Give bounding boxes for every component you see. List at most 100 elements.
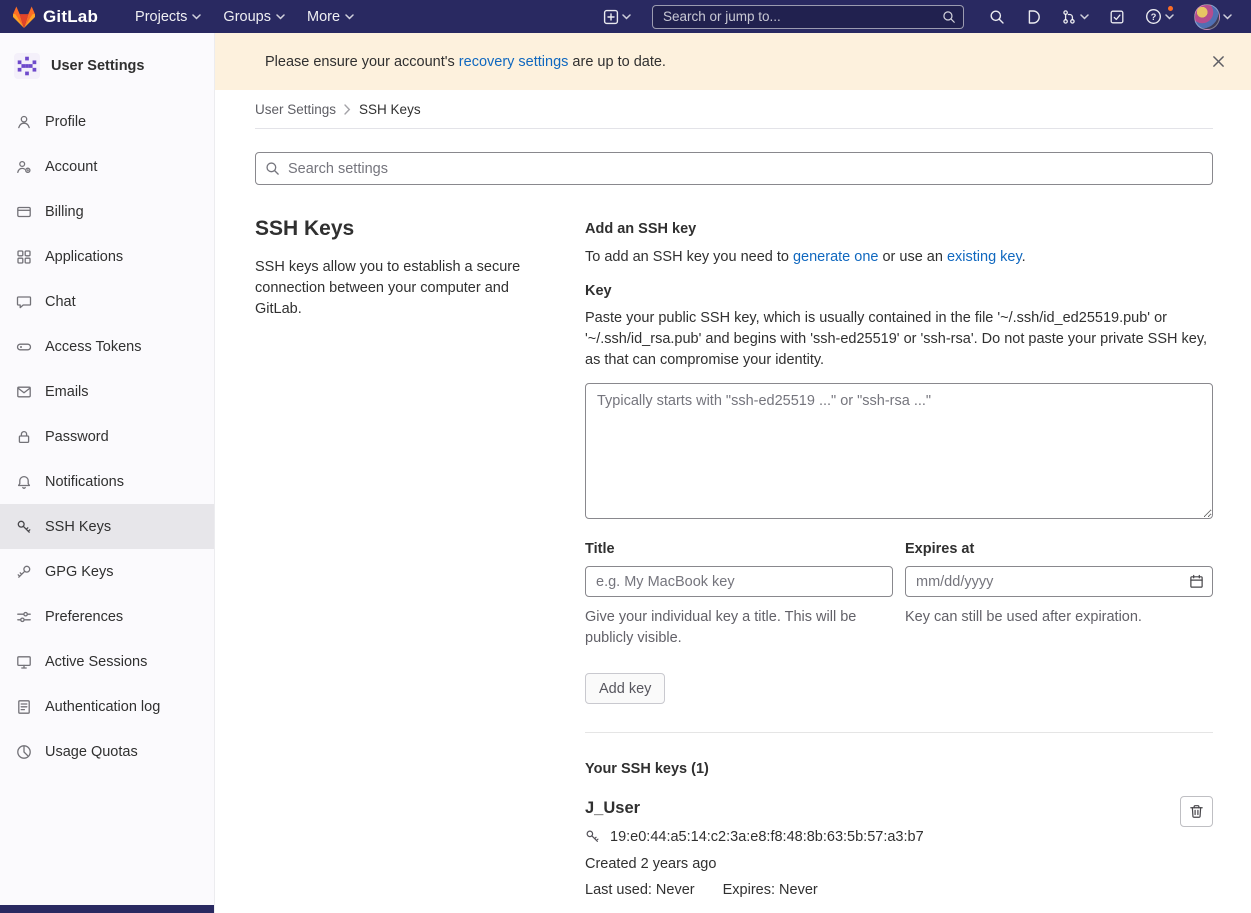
global-search-input[interactable] [652, 5, 964, 29]
preferences-icon [16, 609, 32, 625]
nav-todos-button[interactable] [1100, 0, 1134, 33]
key-title-input[interactable] [585, 566, 893, 597]
alert-message: Please ensure your account's recovery se… [265, 54, 666, 70]
existing-key-link[interactable]: existing key [947, 249, 1022, 265]
todos-icon [1109, 9, 1125, 25]
key-help-text: Paste your public SSH key, which is usua… [585, 308, 1213, 371]
trash-icon [1189, 804, 1204, 819]
expires-help-text: Key can still be used after expiration. [905, 607, 1213, 628]
title-field-group: Title Give your individual key a title. … [585, 541, 893, 649]
generate-key-link[interactable]: generate one [793, 249, 878, 265]
ssh-key-form-section: Add an SSH key To add an SSH key you nee… [585, 211, 1213, 898]
breadcrumb: User Settings SSH Keys [255, 90, 1213, 129]
your-keys-heading: Your SSH keys (1) [585, 761, 1213, 777]
sidebar-item-chat[interactable]: Chat [0, 279, 214, 324]
alert-close-button[interactable] [1208, 51, 1229, 72]
sidebar-item-active-sessions[interactable]: Active Sessions [0, 639, 214, 684]
search-icon [942, 10, 956, 24]
sidebar-item-usage-quotas[interactable]: Usage Quotas [0, 729, 214, 774]
account-icon [16, 159, 32, 175]
title-help-text: Give your individual key a title. This w… [585, 607, 893, 649]
settings-search [255, 152, 1213, 185]
add-key-button[interactable]: Add key [585, 673, 665, 704]
billing-icon [16, 204, 32, 220]
nav-issues-button[interactable] [1016, 0, 1050, 33]
sidebar-item-account[interactable]: Account [0, 144, 214, 189]
sidebar-nav: Profile Account Billing Applications [0, 99, 214, 774]
key-icon [16, 519, 32, 535]
applications-icon [16, 249, 32, 265]
gpg-key-icon [16, 564, 32, 580]
user-avatar-menu[interactable] [1185, 0, 1241, 33]
gitlab-wordmark: GitLab [43, 7, 98, 27]
key-last-used: Last used: Never [585, 882, 695, 898]
sidebar-item-access-tokens[interactable]: Access Tokens [0, 324, 214, 369]
key-meta-row: Last used: Never Expires: Never [585, 882, 1153, 898]
sidebar-item-authentication-log[interactable]: Authentication log [0, 684, 214, 729]
breadcrumb-user-settings[interactable]: User Settings [255, 102, 336, 117]
chevron-down-icon [345, 14, 354, 20]
gitlab-home-link[interactable]: GitLab [12, 6, 98, 28]
svg-text:?: ? [1151, 12, 1157, 22]
chevron-down-icon [622, 14, 631, 20]
section-intro: SSH Keys SSH keys allow you to establish… [255, 211, 545, 898]
sidebar-item-emails[interactable]: Emails [0, 369, 214, 414]
nav-new-menu[interactable] [594, 0, 640, 33]
sidebar-item-ssh-keys[interactable]: SSH Keys [0, 504, 214, 549]
chevron-down-icon [192, 14, 201, 20]
delete-key-button[interactable] [1180, 796, 1213, 827]
nav-help-menu[interactable]: ? [1136, 0, 1183, 33]
nav-more-menu[interactable]: More [296, 0, 365, 33]
add-key-heading: Add an SSH key [585, 221, 1213, 237]
breadcrumb-current: SSH Keys [359, 102, 421, 117]
settings-search-input[interactable] [255, 152, 1213, 185]
sidebar-item-password[interactable]: Password [0, 414, 214, 459]
key-icon [585, 829, 601, 845]
nav-search-button[interactable] [980, 0, 1014, 33]
sidebar-item-profile[interactable]: Profile [0, 99, 214, 144]
key-title: J_User [585, 799, 1153, 818]
plus-square-icon [603, 9, 619, 25]
user-identicon [14, 53, 40, 79]
ssh-key-list-item: J_User 19:e0:44:a5:14:c2:3a:e8:f8:48:8b:… [585, 799, 1213, 898]
key-label: Key [585, 283, 1213, 299]
emails-icon [16, 384, 32, 400]
chevron-down-icon [1080, 14, 1089, 20]
merge-request-icon [1061, 9, 1077, 25]
settings-sidebar: User Settings Profile Account Billing [0, 33, 215, 913]
key-fingerprint-row: 19:e0:44:a5:14:c2:3a:e8:f8:48:8b:63:5b:5… [585, 829, 1153, 845]
issues-icon [1025, 9, 1041, 25]
close-icon [1212, 55, 1225, 68]
key-expires: Expires: Never [723, 882, 818, 898]
sidebar-item-billing[interactable]: Billing [0, 189, 214, 234]
sidebar-item-preferences[interactable]: Preferences [0, 594, 214, 639]
top-navbar: GitLab Projects Groups More [0, 0, 1251, 33]
gitlab-tanuki-icon [12, 6, 36, 28]
nav-projects-menu[interactable]: Projects [124, 0, 212, 33]
title-expires-row: Title Give your individual key a title. … [585, 541, 1213, 649]
expires-label: Expires at [905, 541, 1213, 557]
sidebar-title: User Settings [51, 58, 144, 74]
ssh-key-textarea[interactable] [585, 383, 1213, 519]
key-fingerprint: 19:e0:44:a5:14:c2:3a:e8:f8:48:8b:63:5b:5… [610, 829, 924, 845]
chevron-down-icon [1165, 14, 1174, 20]
page-title: SSH Keys [255, 217, 545, 241]
usage-quotas-icon [16, 744, 32, 760]
authentication-log-icon [16, 699, 32, 715]
sidebar-item-gpg-keys[interactable]: GPG Keys [0, 549, 214, 594]
nav-groups-menu[interactable]: Groups [212, 0, 296, 33]
sidebar-item-applications[interactable]: Applications [0, 234, 214, 279]
global-search [652, 5, 964, 29]
notifications-icon [16, 474, 32, 490]
expires-at-input[interactable] [905, 566, 1213, 597]
chevron-down-icon [1223, 14, 1232, 20]
chat-icon [16, 294, 32, 310]
sidebar-item-notifications[interactable]: Notifications [0, 459, 214, 504]
access-tokens-icon [16, 339, 32, 355]
notification-dot [1168, 6, 1173, 11]
title-label: Title [585, 541, 893, 557]
sidebar-header: User Settings [0, 33, 214, 93]
nav-merge-requests-menu[interactable] [1052, 0, 1098, 33]
sidebar-bottom-strip [0, 905, 214, 913]
recovery-settings-link[interactable]: recovery settings [459, 54, 569, 70]
